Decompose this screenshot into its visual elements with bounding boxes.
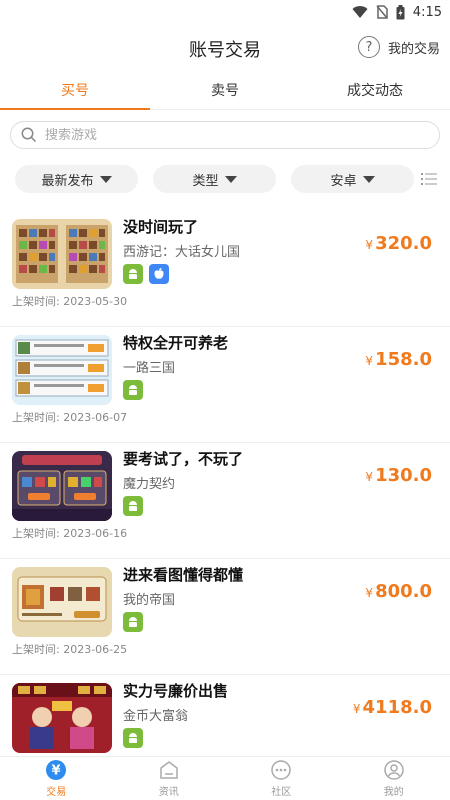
tab-bar: 买号 卖号 成交动态	[0, 74, 450, 110]
nav-profile-label: 我的	[383, 787, 404, 798]
tab-sell[interactable]: 卖号	[150, 74, 300, 109]
tab-buy[interactable]: 买号	[0, 74, 150, 110]
filter-platform[interactable]: 安卓	[291, 165, 414, 193]
android-icon	[123, 264, 143, 284]
platform-badges	[123, 380, 143, 400]
listing-item[interactable]: 特权全开可养老 一路三国 ¥158.0 上架时间: 2023-06-07	[0, 327, 450, 443]
listing-title: 实力号廉价出售	[123, 682, 229, 700]
filter-bar: 最新发布 类型 安卓	[0, 165, 450, 193]
listing-price-value: 158.0	[375, 349, 432, 370]
android-icon	[123, 728, 143, 748]
svg-text:¥: ¥	[52, 764, 61, 779]
filter-platform-label: 安卓	[330, 173, 357, 189]
listing-item[interactable]: 没时间玩了 西游记：大话女儿国 ¥320.0 上架时间: 2023-05-30	[0, 211, 450, 327]
search-bar[interactable]	[10, 121, 440, 149]
listing-price: ¥800.0	[365, 581, 432, 602]
platform-badges	[123, 728, 143, 748]
listing-price: ¥130.0	[365, 465, 432, 486]
app-header: 账号交易 ? 我的交易	[0, 24, 450, 74]
currency-symbol: ¥	[365, 354, 374, 368]
listing-game: 西游记：大话女儿国	[123, 245, 241, 260]
nav-community-label: 社区	[271, 787, 292, 798]
listing-game: 金币大富翁	[123, 709, 189, 724]
listing-thumbnail	[12, 219, 112, 289]
currency-symbol: ¥	[365, 586, 374, 600]
search-input[interactable]	[45, 127, 385, 143]
apple-icon	[149, 264, 169, 284]
listing-thumbnail	[12, 567, 112, 637]
caret-down-icon	[362, 175, 375, 183]
listing-item[interactable]: 要考试了，不玩了 魔力契约 ¥130.0 上架时间: 2023-06-16	[0, 443, 450, 559]
listing-title: 特权全开可养老	[123, 334, 229, 352]
currency-symbol: ¥	[365, 470, 374, 484]
my-trade-button[interactable]: ? 我的交易	[357, 36, 440, 58]
listing-thumbnail	[12, 451, 112, 521]
help-icon: ?	[357, 36, 380, 58]
search-icon	[21, 127, 37, 143]
wifi-icon	[352, 6, 368, 19]
listing-thumbnail	[12, 683, 112, 753]
status-bar: 4:15	[0, 0, 450, 24]
nav-trade-label: 交易	[46, 787, 67, 798]
listing-title: 进来看图懂得都懂	[123, 566, 244, 584]
listing-title: 没时间玩了	[123, 218, 199, 236]
my-trade-label: 我的交易	[387, 41, 440, 57]
filter-type[interactable]: 类型	[153, 165, 276, 193]
listing-game: 一路三国	[123, 361, 176, 376]
listing-time: 上架时间: 2023-05-30	[12, 295, 128, 308]
listing-list: 没时间玩了 西游记：大话女儿国 ¥320.0 上架时间: 2023-05-30 …	[0, 211, 450, 791]
filter-sort[interactable]: 最新发布	[15, 165, 138, 193]
nav-news-label: 资讯	[158, 787, 179, 798]
listing-item[interactable]: 进来看图懂得都懂 我的帝国 ¥800.0 上架时间: 2023-06-25	[0, 559, 450, 675]
listing-price-value: 800.0	[375, 581, 432, 602]
android-icon	[123, 380, 143, 400]
bottom-nav: ¥ 交易 资讯 社区 我的	[0, 756, 450, 800]
status-time: 4:15	[412, 4, 442, 20]
nav-profile[interactable]: 我的	[338, 757, 450, 800]
listing-price-value: 320.0	[375, 233, 432, 254]
list-view-icon[interactable]	[421, 172, 437, 186]
listing-price-value: 4118.0	[362, 697, 432, 718]
tab-deals[interactable]: 成交动态	[300, 74, 450, 109]
trade-icon: ¥	[46, 760, 67, 780]
listing-price: ¥320.0	[365, 233, 432, 254]
listing-price: ¥4118.0	[353, 697, 432, 718]
nav-community[interactable]: 社区	[225, 757, 338, 800]
android-icon	[123, 612, 143, 632]
listing-price: ¥158.0	[365, 349, 432, 370]
nav-news[interactable]: 资讯	[113, 757, 226, 800]
filter-sort-label: 最新发布	[41, 173, 94, 189]
currency-symbol: ¥	[365, 238, 374, 252]
battery-icon	[396, 4, 405, 19]
listing-time: 上架时间: 2023-06-25	[12, 643, 128, 656]
filter-type-label: 类型	[192, 173, 219, 189]
community-icon	[271, 760, 291, 780]
listing-title: 要考试了，不玩了	[123, 450, 244, 468]
no-sim-icon	[376, 5, 388, 19]
caret-down-icon	[224, 175, 237, 183]
currency-symbol: ¥	[352, 702, 361, 716]
android-icon	[123, 496, 143, 516]
platform-badges	[123, 612, 143, 632]
news-icon	[160, 761, 178, 779]
nav-trade[interactable]: ¥ 交易	[0, 757, 113, 800]
listing-thumbnail	[12, 335, 112, 405]
listing-price-value: 130.0	[375, 465, 432, 486]
listing-game: 魔力契约	[123, 477, 176, 492]
page-title: 账号交易	[189, 40, 261, 61]
platform-badges	[123, 496, 143, 516]
platform-badges	[123, 264, 169, 284]
profile-icon	[384, 760, 404, 780]
caret-down-icon	[99, 175, 112, 183]
listing-game: 我的帝国	[123, 593, 176, 608]
listing-time: 上架时间: 2023-06-16	[12, 527, 128, 540]
listing-time: 上架时间: 2023-06-07	[12, 411, 128, 424]
